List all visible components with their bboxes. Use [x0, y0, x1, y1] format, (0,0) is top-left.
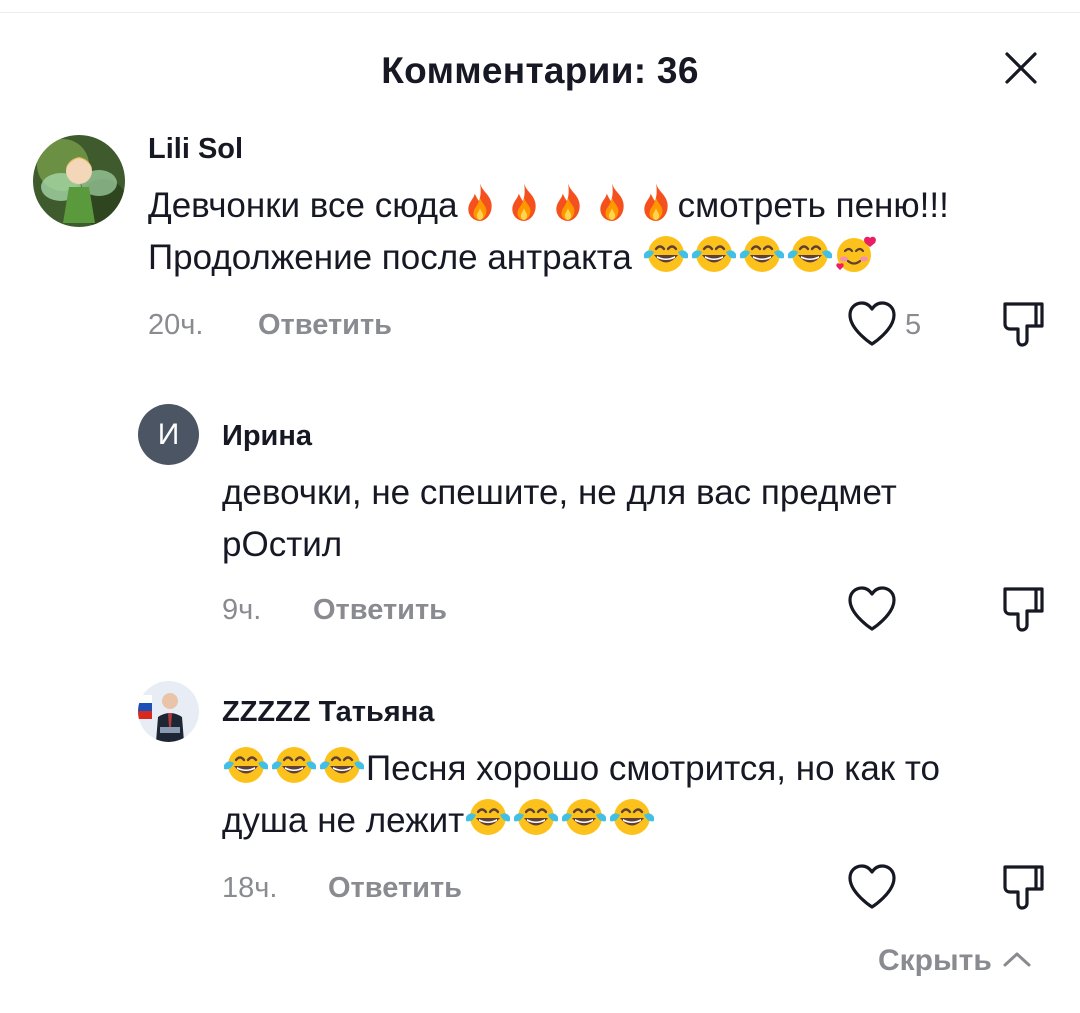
- comment-text-line2: Продолжение после антракта: [148, 238, 642, 277]
- username[interactable]: Lili Sol: [148, 133, 243, 166]
- close-button[interactable]: [998, 45, 1044, 91]
- dislike-button[interactable]: [1000, 863, 1046, 911]
- dislike-button[interactable]: [1000, 300, 1046, 348]
- tears-of-joy-emoji: [222, 744, 270, 786]
- dislike-icon: [1003, 302, 1044, 347]
- tears-of-joy-emoji: [512, 796, 560, 838]
- tears-of-joy-emoji: [690, 233, 738, 275]
- hide-replies-button[interactable]: Скрыть: [878, 944, 1032, 978]
- smiling-hearts-emoji: [834, 233, 878, 275]
- comment-text-line1: Песня хорошо смотрится, но как то: [366, 749, 940, 788]
- fire-emoji: [502, 181, 546, 223]
- tears-of-joy-emoji: [464, 796, 512, 838]
- comment-text-line1: Девчонки все сюда: [148, 186, 458, 225]
- like-button[interactable]: [846, 585, 898, 633]
- chevron-up-icon: [1003, 952, 1031, 967]
- comment-text: Песня хорошо смотрится, но как то душа н…: [222, 743, 940, 847]
- heart-icon: [848, 586, 896, 631]
- comment-time: 18ч.: [222, 872, 278, 904]
- tears-of-joy-emoji: [608, 796, 656, 838]
- comment-time: 20ч.: [148, 309, 204, 341]
- avatar-letter: И: [157, 417, 180, 451]
- reply-button[interactable]: Ответить: [328, 872, 462, 905]
- dislike-icon: [1003, 865, 1044, 910]
- like-button[interactable]: [846, 863, 898, 911]
- close-icon: [1005, 52, 1037, 84]
- page-title: Комментарии: 36: [381, 50, 699, 91]
- fire-emoji: [590, 181, 634, 223]
- comment-text-line1: девочки, не спешите, не для вас предмет: [222, 473, 897, 512]
- tears-of-joy-emoji: [318, 744, 366, 786]
- avatar[interactable]: [33, 135, 125, 227]
- fire-emoji: [634, 181, 678, 223]
- avatar[interactable]: И: [138, 404, 199, 465]
- comment-text-line2: душа не лежит: [222, 801, 465, 840]
- username[interactable]: ZZZZZ Татьяна: [222, 696, 434, 729]
- dislike-icon: [1003, 587, 1044, 632]
- tears-of-joy-emoji: [786, 233, 834, 275]
- tears-of-joy-emoji: [270, 744, 318, 786]
- comment-text: Девчонки все сюда смотреть пеню!!! Продол…: [148, 180, 949, 284]
- top-divider: [0, 12, 1080, 13]
- like-button[interactable]: [846, 300, 898, 348]
- like-count: 5: [905, 309, 922, 341]
- heart-icon: [848, 864, 896, 909]
- fire-emoji: [458, 181, 502, 223]
- fire-emoji: [546, 181, 590, 223]
- heart-icon: [848, 301, 896, 346]
- username[interactable]: Ирина: [222, 420, 312, 453]
- comment-text: девочки, не спешите, не для вас предмет …: [222, 467, 897, 571]
- comment-text-line1-end: смотреть пеню!!!: [677, 186, 949, 225]
- avatar[interactable]: [138, 681, 199, 742]
- reply-button[interactable]: Ответить: [313, 594, 447, 627]
- comment-text-line2: рОстил: [222, 525, 343, 564]
- reply-button[interactable]: Ответить: [258, 309, 392, 342]
- tears-of-joy-emoji: [642, 233, 690, 275]
- dislike-button[interactable]: [1000, 585, 1046, 633]
- tears-of-joy-emoji: [560, 796, 608, 838]
- comment-time: 9ч.: [222, 594, 262, 626]
- hide-replies-label: Скрыть: [878, 944, 992, 977]
- tears-of-joy-emoji: [738, 233, 786, 275]
